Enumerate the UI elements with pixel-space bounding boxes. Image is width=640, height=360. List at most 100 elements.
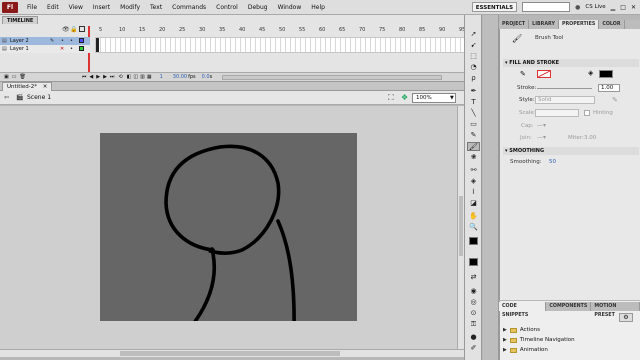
- delete-layer-icon[interactable]: 🗑: [19, 74, 25, 80]
- pen-tool-icon[interactable]: ✒: [467, 87, 480, 96]
- brush-tool-icon[interactable]: 🖌: [467, 142, 480, 151]
- menu-commands[interactable]: Commands: [167, 4, 211, 11]
- folder-item-animation[interactable]: ▶ Animation: [503, 346, 548, 355]
- cap-select[interactable]: —▾: [537, 122, 546, 129]
- lock-fill-icon[interactable]: ⚿: [467, 320, 480, 329]
- pressure-icon[interactable]: ✐: [467, 344, 480, 353]
- fill-color-swatch[interactable]: [469, 258, 478, 266]
- scene-label[interactable]: Scene 1: [27, 94, 51, 101]
- vertical-scroll-thumb[interactable]: [459, 196, 463, 256]
- frame-grid[interactable]: [95, 37, 478, 53]
- menu-window[interactable]: Window: [273, 4, 307, 11]
- folder-item-timeline-navigation[interactable]: ▶ Timeline Navigation: [503, 336, 575, 345]
- style-select[interactable]: Solid: [535, 96, 595, 104]
- layer-visibility-dot[interactable]: •: [61, 37, 64, 45]
- lock-icon[interactable]: 🔒: [70, 26, 77, 33]
- folder-item-actions[interactable]: ▶ Actions: [503, 326, 540, 335]
- selection-tool-icon[interactable]: ➚: [467, 30, 480, 39]
- smoothing-value[interactable]: 50: [549, 159, 556, 165]
- edit-scene-icon[interactable]: ⛶: [388, 93, 394, 103]
- timeline-scrollbar[interactable]: [222, 74, 443, 80]
- step-forward-icon[interactable]: ▶: [103, 74, 107, 80]
- back-arrow-icon[interactable]: ⇦: [4, 94, 9, 101]
- chevron-down-icon[interactable]: ▼: [450, 95, 454, 101]
- stroke-value-input[interactable]: 1.00: [598, 84, 620, 92]
- zoom-tool-icon[interactable]: 🔍: [467, 223, 480, 232]
- fill-color-chip[interactable]: [599, 70, 613, 78]
- tab-color[interactable]: COLOR: [599, 20, 625, 29]
- onion-outline-icon[interactable]: ◫: [133, 74, 138, 80]
- time-readout[interactable]: 0.0: [202, 74, 210, 80]
- brush-size-icon[interactable]: ⊙: [467, 309, 480, 318]
- eraser-icon[interactable]: ◪: [467, 199, 480, 208]
- hand-tool-icon[interactable]: ✋: [467, 212, 480, 221]
- edit-stroke-style-icon[interactable]: ✎: [612, 96, 618, 104]
- line-tool-icon[interactable]: ╲: [467, 109, 480, 118]
- new-layer-icon[interactable]: ▣: [4, 74, 9, 80]
- edit-symbols-icon[interactable]: ❖: [401, 93, 408, 102]
- onion-skin-icon[interactable]: ◧: [127, 74, 132, 80]
- step-back-icon[interactable]: ◀: [89, 74, 93, 80]
- layer-row-2[interactable]: ▤ Layer 2 ✎ • •: [0, 37, 90, 45]
- deco-tool-icon[interactable]: ❀: [467, 153, 480, 162]
- brush-shape-icon[interactable]: ●: [467, 333, 480, 342]
- eyedropper-icon[interactable]: ⌇: [467, 188, 480, 197]
- menu-view[interactable]: View: [64, 4, 88, 11]
- expand-arrow-icon[interactable]: ▶: [503, 326, 507, 335]
- document-tab[interactable]: Untitled-2* ✕: [2, 82, 53, 91]
- menu-file[interactable]: File: [22, 4, 42, 11]
- menu-control[interactable]: Control: [211, 4, 243, 11]
- document-tab-label[interactable]: Untitled-2*: [7, 84, 37, 90]
- stage[interactable]: [100, 133, 357, 335]
- brush-drawing[interactable]: [100, 133, 357, 335]
- layer-lock-dot[interactable]: •: [70, 37, 73, 45]
- fill-stroke-section-header[interactable]: ▾ FILL AND STROKE: [503, 59, 639, 67]
- close-icon[interactable]: ✕: [631, 4, 636, 11]
- stroke-color-chip[interactable]: [537, 70, 551, 78]
- hinting-checkbox[interactable]: [584, 110, 590, 116]
- go-last-icon[interactable]: ⏭: [110, 74, 115, 80]
- outline-icon[interactable]: [79, 26, 85, 32]
- layer-color-box[interactable]: [79, 46, 84, 51]
- subselection-tool-icon[interactable]: ➹: [467, 41, 480, 50]
- current-frame-readout[interactable]: 1: [160, 74, 163, 80]
- menu-debug[interactable]: Debug: [243, 4, 273, 11]
- swap-colors-icon[interactable]: ⇄: [467, 273, 480, 282]
- layer-name[interactable]: Layer 2: [10, 38, 29, 44]
- expand-arrow-icon[interactable]: ▶: [503, 346, 507, 355]
- layer-lock-dot[interactable]: •: [70, 45, 73, 53]
- edit-multiple-icon[interactable]: ▥: [140, 74, 145, 80]
- tab-code-snippets[interactable]: CODE SNIPPETS: [499, 302, 547, 318]
- layer-color-box[interactable]: [79, 38, 84, 43]
- pencil-tool-icon[interactable]: ✎: [467, 131, 480, 140]
- close-tab-icon[interactable]: ✕: [43, 84, 48, 90]
- go-first-icon[interactable]: ⏮: [82, 74, 87, 80]
- fps-readout[interactable]: 30.00: [173, 74, 187, 80]
- workspace-switcher[interactable]: ESSENTIALS: [471, 2, 518, 12]
- keyframe-marker[interactable]: [96, 38, 99, 52]
- tab-properties[interactable]: PROPERTIES: [558, 20, 600, 29]
- snippets-options-icon[interactable]: ⚙: [619, 313, 633, 322]
- tab-components[interactable]: COMPONENTS: [546, 302, 592, 311]
- scale-select[interactable]: [535, 109, 579, 117]
- play-icon[interactable]: ▶: [96, 74, 100, 80]
- expand-arrow-icon[interactable]: ▶: [503, 336, 507, 345]
- rectangle-tool-icon[interactable]: ▭: [467, 120, 480, 129]
- stroke-color-swatch[interactable]: [469, 237, 478, 245]
- tab-project[interactable]: PROJECT: [499, 20, 530, 29]
- eye-icon[interactable]: 👁: [62, 26, 70, 33]
- lasso-icon[interactable]: ρ: [467, 74, 480, 83]
- vertical-scrollbar[interactable]: [457, 106, 464, 350]
- onion-markers-icon[interactable]: ▦: [147, 74, 152, 80]
- smoothing-section-header[interactable]: ▾ SMOOTHING: [503, 147, 639, 155]
- hidden-x-icon[interactable]: ✕: [60, 45, 64, 53]
- stroke-slider[interactable]: [537, 88, 592, 89]
- layer-name[interactable]: Layer 1: [10, 46, 29, 52]
- tab-timeline[interactable]: TIMELINE: [2, 16, 39, 24]
- maximize-icon[interactable]: □: [620, 4, 626, 11]
- minimize-icon[interactable]: ▁: [611, 4, 616, 11]
- menu-help[interactable]: Help: [306, 4, 330, 11]
- brush-mode-icon[interactable]: ◎: [467, 298, 480, 307]
- cs-live-icon[interactable]: ●: [575, 4, 580, 11]
- menu-insert[interactable]: Insert: [88, 4, 115, 11]
